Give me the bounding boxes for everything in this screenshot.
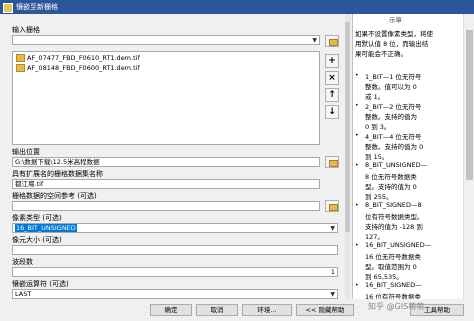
- help-text: 0 到 3。: [365, 123, 391, 131]
- help-text: 16_BIT_SIGNED—: [365, 281, 422, 289]
- help-text: 整数。支持的值为 0: [365, 143, 424, 151]
- dataset-name-input[interactable]: 都江堰.tif: [12, 179, 320, 189]
- title-bar: 镶嵌至新栅格: [0, 0, 474, 14]
- tool-form: 输入栅格 ▼ AF_07477_FBD_F0610_RT1.dem.tif AF…: [0, 14, 350, 321]
- move-up-button[interactable]: ↑: [325, 88, 339, 102]
- window-title: 镶嵌至新栅格: [16, 3, 58, 11]
- environments-button[interactable]: 环境...: [242, 304, 292, 316]
- help-header: 示章: [389, 16, 402, 24]
- help-text: 到 255。: [365, 193, 393, 201]
- help-text: 型。取值范围为 0: [365, 263, 417, 271]
- input-raster-list[interactable]: AF_07477_FBD_F0610_RT1.dem.tif AF_08148_…: [12, 51, 320, 145]
- globe-icon: [329, 204, 338, 211]
- output-location-input[interactable]: G:\数据下载\12.5米高程数据: [12, 157, 320, 167]
- cell-size-label: 像元大小 (可选): [12, 236, 62, 244]
- help-text: 16_BIT_UNSIGNED—: [365, 241, 432, 249]
- help-text: 支持的值为 -128 到: [365, 223, 423, 231]
- raster-icon: [16, 54, 25, 62]
- folder-icon: [329, 39, 338, 46]
- pixel-type-value: 16_BIT_UNSIGNED: [15, 224, 77, 232]
- help-text: 如果不设置像素类型，将使: [355, 30, 433, 38]
- chevron-down-icon: ▼: [312, 37, 317, 44]
- pixel-type-select[interactable]: 16_BIT_UNSIGNED ▼: [12, 223, 338, 233]
- list-item[interactable]: AF_07477_FBD_F0610_RT1.dem.tif: [16, 54, 140, 62]
- bullet-icon: •: [355, 162, 359, 169]
- help-text: 1_BIT—1 位无符号: [365, 73, 422, 81]
- folder-icon: [329, 160, 338, 167]
- bands-input[interactable]: 1: [12, 267, 338, 277]
- cell-size-input[interactable]: [12, 245, 338, 255]
- help-text: 型。支持的值为 0: [365, 183, 417, 191]
- help-text: 或 1。: [365, 93, 385, 101]
- input-rasters-label: 输入栅格: [12, 26, 40, 34]
- scrollbar-thumb[interactable]: [345, 22, 350, 232]
- help-text: 整数。支持的值为: [365, 113, 417, 121]
- help-text: 4_BIT—4 位无符号: [365, 133, 422, 141]
- help-text: 位有符号数据类型。: [365, 213, 424, 221]
- help-text: 16 位无符号数据类: [365, 253, 421, 261]
- mosaic-operator-select[interactable]: LAST ▼: [12, 289, 338, 299]
- hide-help-button[interactable]: << 隐藏帮助: [296, 304, 354, 316]
- mosaic-operator-label: 镶嵌运算符 (可选): [12, 280, 69, 288]
- bullet-icon: •: [355, 282, 359, 289]
- form-scrollbar[interactable]: [345, 14, 350, 299]
- bands-label: 波段数: [12, 258, 33, 266]
- help-text: 8_BIT_SIGNED—8: [365, 201, 422, 209]
- help-scrollbar[interactable]: [463, 14, 474, 299]
- pixel-type-label: 像素类型 (可选): [12, 214, 62, 222]
- scrollbar-thumb[interactable]: [466, 30, 473, 180]
- help-text: 8 位无符号数据类: [365, 173, 417, 181]
- input-raster-dropdown[interactable]: ▼: [12, 35, 320, 45]
- help-text: 用默认值 8 位，而输出结: [355, 40, 429, 48]
- bullet-icon: •: [355, 132, 359, 139]
- spatial-reference-label: 栅格数据的空间参考 (可选): [12, 192, 97, 200]
- help-panel: 示章 如果不设置像素类型，将使 用默认值 8 位，而输出结 果可能会不正确。 •…: [352, 14, 474, 299]
- help-text: 8_BIT_UNSIGNED—: [365, 161, 428, 169]
- spatial-reference-button[interactable]: [325, 200, 339, 212]
- browse-output-button[interactable]: [325, 156, 339, 168]
- list-item[interactable]: AF_08148_FBD_F0600_RT1.dem.tif: [16, 64, 140, 72]
- chevron-down-icon: ▼: [330, 291, 335, 298]
- help-text: 到 15。: [365, 153, 389, 161]
- browse-input-button[interactable]: [325, 35, 339, 47]
- dataset-name-label: 具有扩展名的栅格数据集名称: [12, 170, 103, 178]
- help-text: 整数。值可以为 0: [365, 83, 417, 91]
- remove-item-button[interactable]: ×: [325, 71, 339, 85]
- mosaic-operator-value: LAST: [15, 290, 32, 298]
- bullet-icon: •: [355, 72, 359, 79]
- help-text: 16 位有符号数据类: [365, 293, 421, 299]
- watermark-text: 知乎 @GIS萌萌: [368, 302, 425, 311]
- app-icon: [3, 3, 13, 13]
- button-bar: 确定 取消 环境... << 隐藏帮助 工具帮助 知乎 @GIS萌萌: [0, 299, 474, 321]
- bullet-icon: •: [355, 202, 359, 209]
- help-text: 127。: [365, 233, 384, 241]
- help-text: 果可能会不正确。: [355, 50, 407, 58]
- move-down-button[interactable]: ↓: [325, 105, 339, 119]
- add-item-button[interactable]: +: [325, 54, 339, 68]
- cancel-button[interactable]: 取消: [196, 304, 238, 316]
- ok-button[interactable]: 确定: [150, 304, 192, 316]
- chevron-down-icon: ▼: [330, 225, 335, 232]
- spatial-reference-input[interactable]: [12, 201, 320, 211]
- bullet-icon: •: [355, 102, 359, 109]
- output-location-label: 输出位置: [12, 148, 40, 156]
- help-text: 到 65,535。: [365, 273, 403, 281]
- bullet-icon: •: [355, 242, 359, 249]
- raster-icon: [16, 64, 25, 72]
- help-text: 2_BIT—2 位无符号: [365, 103, 422, 111]
